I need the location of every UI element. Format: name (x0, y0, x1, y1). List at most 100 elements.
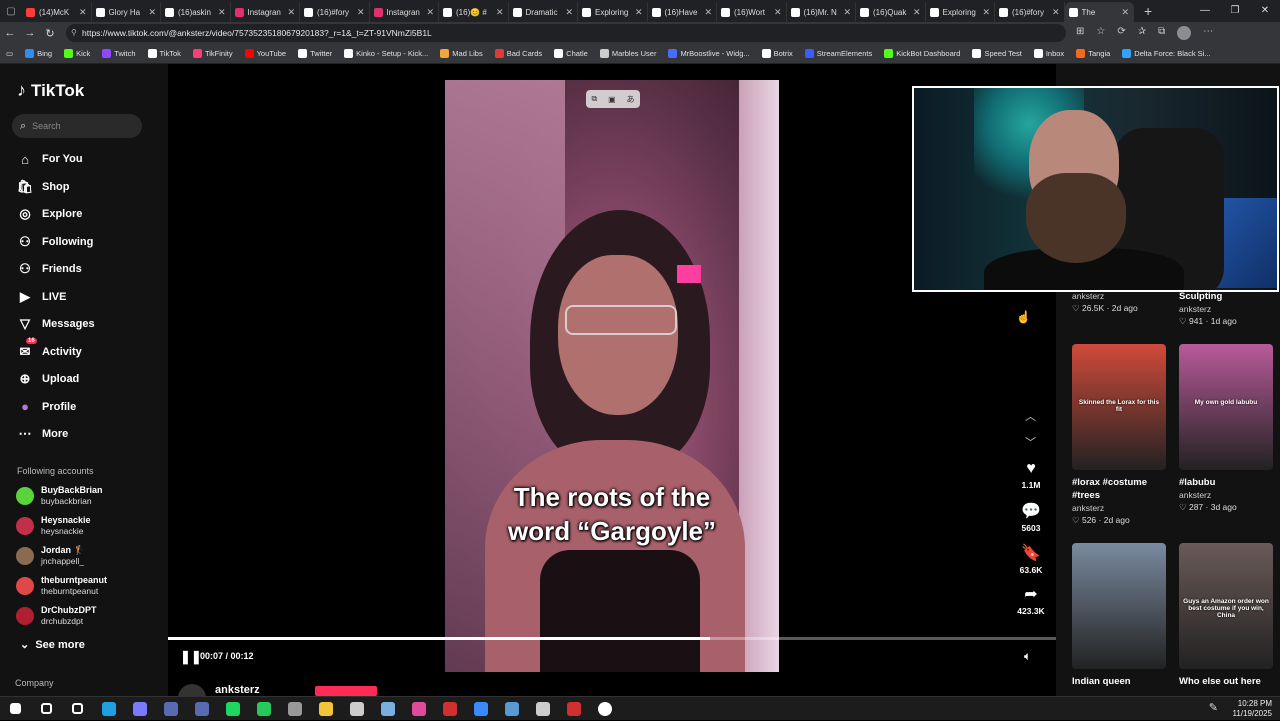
follow-button[interactable] (315, 686, 377, 696)
app-icon[interactable] (527, 697, 558, 721)
nav-item-live[interactable]: ▶ LIVE (16, 286, 66, 308)
app-icon[interactable] (372, 697, 403, 721)
file-explorer-icon[interactable] (310, 697, 341, 721)
company-link[interactable]: Company (15, 678, 54, 688)
bookmark-item[interactable]: TikTok (147, 49, 181, 58)
nav-item-explore[interactable]: ◎ Explore (16, 203, 82, 225)
related-card[interactable]: Sculpting anksterz ♡ 941 · 1d ago (1179, 290, 1275, 327)
minimize-icon[interactable]: — (1190, 0, 1220, 22)
app-icon[interactable] (248, 697, 279, 721)
bookmark-item[interactable]: Kick (64, 49, 90, 58)
translate-icon[interactable]: あ (627, 94, 635, 105)
collections-icon[interactable]: ⧉ (1158, 26, 1165, 40)
bookmark-item[interactable]: Kinko - Setup - Kick... (344, 49, 428, 58)
like-action[interactable]: ♥ 1.1M (1008, 460, 1054, 490)
edge-icon[interactable] (93, 697, 124, 721)
browser-tab[interactable]: Instagran ✕ (231, 2, 300, 22)
tiktok-logo[interactable]: ♪ TikTok (17, 80, 84, 101)
nav-item-following[interactable]: ⚇ Following (16, 231, 93, 253)
browser-tab[interactable]: Instagran ✕ (370, 2, 439, 22)
restore-icon[interactable]: ❐ (1220, 0, 1250, 22)
menu-icon[interactable]: ⋯ (1203, 26, 1213, 40)
app-icon[interactable] (155, 697, 186, 721)
related-card[interactable]: anksterz ♡ 26.5K · 2d ago (1072, 290, 1168, 314)
nav-item-friends[interactable]: ⚇ Friends (16, 258, 82, 280)
browser-tab[interactable]: Glory Ha ✕ (92, 2, 161, 22)
nav-item-upload[interactable]: ⊕ Upload (16, 368, 80, 390)
chevron-down-icon[interactable]: ﹀ (1025, 434, 1036, 450)
windows-start-icon[interactable] (0, 697, 31, 721)
search-icon[interactable] (31, 697, 62, 721)
browser-tab[interactable]: (16)#fory ✕ (300, 2, 370, 22)
tab-close-icon[interactable]: ✕ (843, 7, 851, 18)
tab-close-icon[interactable]: ✕ (774, 7, 782, 18)
bookmark-item[interactable]: Twitter (298, 49, 332, 58)
browser-tab[interactable]: (16)Wort ✕ (717, 2, 787, 22)
related-thumbnail[interactable]: Skinned the Lorax for this fit (1072, 344, 1166, 470)
browser-tab[interactable]: (16)askin ✕ (161, 2, 231, 22)
video-progress-bar[interactable] (168, 637, 1056, 640)
tab-close-icon[interactable]: ✕ (565, 7, 573, 18)
bookmark-item[interactable]: StreamElements (804, 49, 872, 58)
app-icon[interactable] (186, 697, 217, 721)
url-bar[interactable]: ⚲ https://www.tiktok.com/@anksterz/video… (66, 24, 1066, 42)
bookmark-item[interactable]: Delta Force: Black Si... (1122, 49, 1211, 58)
search-input[interactable]: ⌕ Search (12, 114, 142, 138)
browser-tab[interactable]: Exploring ✕ (578, 2, 648, 22)
tab-close-icon[interactable]: ✕ (79, 7, 87, 18)
tab-close-icon[interactable]: ✕ (635, 7, 643, 18)
app-icon[interactable] (403, 697, 434, 721)
following-account[interactable]: Jordan 🏌 jnchappell_ (16, 545, 85, 567)
app-icon[interactable] (558, 697, 589, 721)
pen-icon[interactable]: ✎ (1209, 701, 1218, 714)
extension-icon[interactable]: ⟳ (1117, 26, 1125, 40)
bookmark-item[interactable]: Speed Test (972, 49, 1022, 58)
nav-item-for-you[interactable]: ⌂ For You (16, 148, 82, 170)
comment-action[interactable]: 💬 5603 (1008, 501, 1054, 533)
nav-item-activity[interactable]: ✉ 16 Activity (16, 337, 82, 363)
browser-tab[interactable]: (16)Quak ✕ (856, 2, 926, 22)
bookmark-item[interactable]: Marbles User (599, 49, 656, 58)
bookmark-item[interactable]: Botrix (761, 49, 793, 58)
screenshot-icon[interactable]: ▣ (608, 95, 616, 104)
bookmark-item[interactable]: YouTube (244, 49, 286, 58)
settings-icon[interactable] (589, 697, 620, 721)
pause-icon[interactable]: ❚❚ (180, 649, 202, 665)
tab-close-icon[interactable]: ✕ (496, 7, 504, 18)
nav-item-more[interactable]: ⋯ More (16, 423, 69, 445)
bookmark-item[interactable]: MrBoostlive - Widg... (668, 49, 750, 58)
tab-close-icon[interactable]: ✕ (1121, 7, 1129, 18)
browser-tab[interactable]: (14)McK ✕ (22, 2, 92, 22)
author-name[interactable]: anksterz (215, 684, 260, 696)
browser-tab[interactable]: Exploring ✕ (926, 2, 995, 22)
bookmark-item[interactable]: Twitch (102, 49, 136, 58)
nav-item-profile[interactable]: ● Profile (16, 396, 76, 418)
bookmark-item[interactable]: TikFinity (192, 49, 233, 58)
browser-tab[interactable]: (16)Mr. N ✕ (787, 2, 856, 22)
app-icon[interactable] (279, 697, 310, 721)
related-thumbnail[interactable]: Guys an Amazon order won best costume if… (1179, 543, 1273, 669)
following-account[interactable]: DrChubzDPT drchubzdpt (16, 605, 97, 627)
browser-tab[interactable]: (16)Have ✕ (648, 2, 717, 22)
tab-close-icon[interactable]: ✕ (913, 7, 921, 18)
bookmark-item[interactable]: Tangia (1076, 49, 1110, 58)
tab-close-icon[interactable]: ✕ (426, 7, 434, 18)
chrome-icon[interactable] (124, 697, 155, 721)
favorites-icon[interactable]: ✰ (1138, 26, 1146, 40)
profile-avatar[interactable] (1177, 26, 1192, 40)
following-account[interactable]: BuyBackBrian buybackbrian (16, 485, 103, 507)
install-icon[interactable]: ⊞ (1076, 26, 1084, 40)
tab-close-icon[interactable]: ✕ (287, 7, 295, 18)
spotify-icon[interactable] (217, 697, 248, 721)
bookmark-item[interactable]: KickBot Dashboard (884, 49, 960, 58)
following-account[interactable]: Heysnackie heysnackie (16, 515, 91, 537)
bookmark-item[interactable]: Inbox (1033, 49, 1064, 58)
browser-tab[interactable]: The ✕ (1064, 2, 1134, 22)
site-info-icon[interactable]: ⚲ (71, 24, 77, 42)
nav-item-messages[interactable]: ▽ Messages (16, 313, 95, 335)
picture-in-picture-icon[interactable]: ⧉ (591, 94, 597, 104)
browser-tab[interactable]: (16)#fory ✕ (995, 2, 1065, 22)
app-icon[interactable] (465, 697, 496, 721)
task-view-icon[interactable] (62, 697, 93, 721)
bookmark-item[interactable]: Bing (25, 49, 52, 58)
